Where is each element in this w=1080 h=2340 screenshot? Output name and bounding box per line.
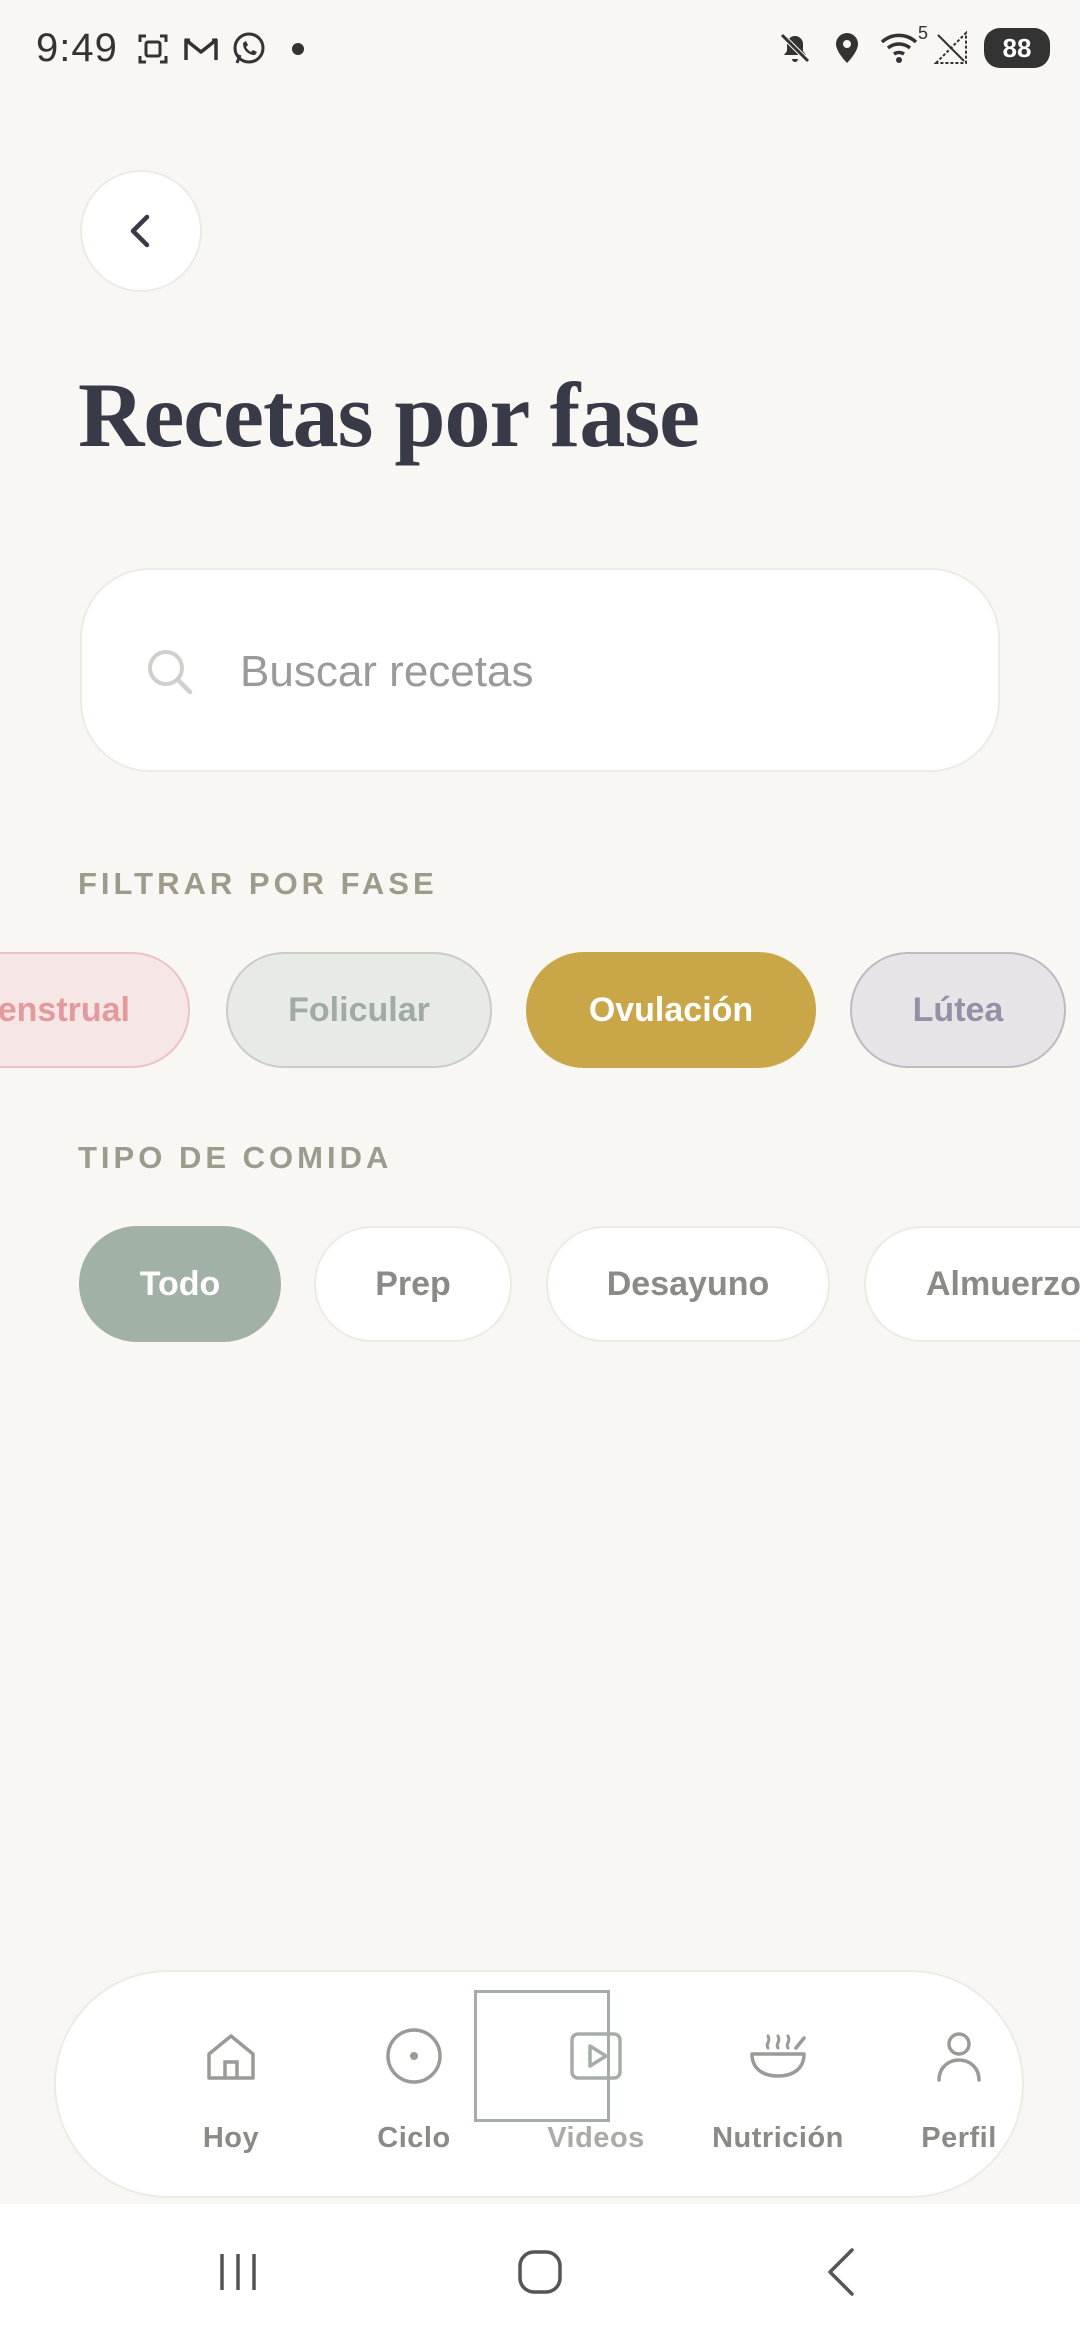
- nav-label: Videos: [547, 2122, 645, 2154]
- video-play-icon: [570, 2032, 622, 2080]
- page-title: Recetas por fase: [78, 364, 700, 466]
- search-box[interactable]: [80, 568, 1000, 772]
- wifi-icon: [880, 33, 918, 63]
- nav-item-perfil[interactable]: Perfil: [874, 1972, 1044, 2200]
- chip-phase-ovulacion[interactable]: Ovulación: [526, 952, 816, 1068]
- cycle-icon: [386, 2028, 442, 2084]
- bottom-nav: Hoy Ciclo Videos Nutrición Perfil: [54, 1970, 1024, 2198]
- chip-label: Todo: [139, 1264, 221, 1303]
- chip-label: Lútea: [912, 990, 1004, 1029]
- user-icon: [937, 2032, 981, 2082]
- chip-label: Almuerzo: [926, 1264, 1080, 1303]
- chip-label: Desayuno: [606, 1264, 770, 1303]
- gmail-icon: [184, 38, 218, 60]
- screen: 9:49 5 88 Recetas por fase FILTRAR POR F…: [0, 0, 1080, 2340]
- chip-meal-almuerzo[interactable]: Almuerzo: [864, 1226, 1080, 1342]
- home-icon: [207, 2034, 255, 2080]
- battery-level: 88: [1002, 32, 1032, 63]
- system-navigation-bar: [0, 2204, 1080, 2340]
- nav-item-hoy[interactable]: Hoy: [146, 1972, 316, 2200]
- chip-meal-todo[interactable]: Todo: [79, 1226, 281, 1342]
- chip-meal-desayuno[interactable]: Desayuno: [546, 1226, 830, 1342]
- home-circle-icon[interactable]: [510, 2242, 570, 2302]
- chip-label: enstrual: [0, 990, 130, 1029]
- wifi-indicator: 5: [880, 23, 928, 67]
- battery-indicator: 88: [984, 28, 1050, 68]
- back-button[interactable]: [80, 170, 202, 292]
- nav-label: Ciclo: [377, 2122, 451, 2154]
- chevron-left-icon: [130, 214, 150, 248]
- screenshot-icon: [138, 34, 168, 64]
- chip-label: Ovulación: [588, 990, 754, 1029]
- chip-label: Folicular: [288, 990, 430, 1029]
- status-time: 9:49: [36, 26, 118, 70]
- bowl-icon: [750, 2034, 806, 2078]
- chip-phase-lutea[interactable]: Lútea: [850, 952, 1066, 1068]
- signal-icon: [933, 30, 967, 64]
- status-left-icons: [134, 30, 304, 68]
- meal-filter-label: TIPO DE COMIDA: [78, 1140, 393, 1175]
- nav-item-videos[interactable]: Videos: [511, 1972, 681, 2200]
- wifi-label: 5: [917, 23, 928, 43]
- status-bar: 9:49 5 88: [0, 0, 1080, 100]
- phase-filter-label: FILTRAR POR FASE: [78, 866, 438, 901]
- chip-meal-prep[interactable]: Prep: [314, 1226, 512, 1342]
- chip-label: Prep: [375, 1264, 451, 1303]
- nav-item-nutricion[interactable]: Nutrición: [693, 1972, 863, 2200]
- search-input[interactable]: [240, 630, 940, 714]
- chip-phase-folicular[interactable]: Folicular: [226, 952, 492, 1068]
- nav-item-ciclo[interactable]: Ciclo: [329, 1972, 499, 2200]
- notification-dot: [292, 43, 304, 55]
- search-icon: [148, 650, 193, 695]
- status-right-icons: 5 88: [776, 23, 1050, 68]
- back-icon[interactable]: [812, 2242, 872, 2302]
- nav-label: Nutrición: [712, 2122, 844, 2154]
- chip-phase-menstrual[interactable]: enstrual: [0, 952, 190, 1068]
- mute-icon: [780, 33, 810, 63]
- location-icon: [836, 33, 858, 63]
- nav-label: Perfil: [921, 2122, 997, 2154]
- nav-label: Hoy: [202, 2122, 260, 2154]
- whatsapp-icon: [233, 32, 265, 64]
- recents-icon[interactable]: [208, 2242, 268, 2302]
